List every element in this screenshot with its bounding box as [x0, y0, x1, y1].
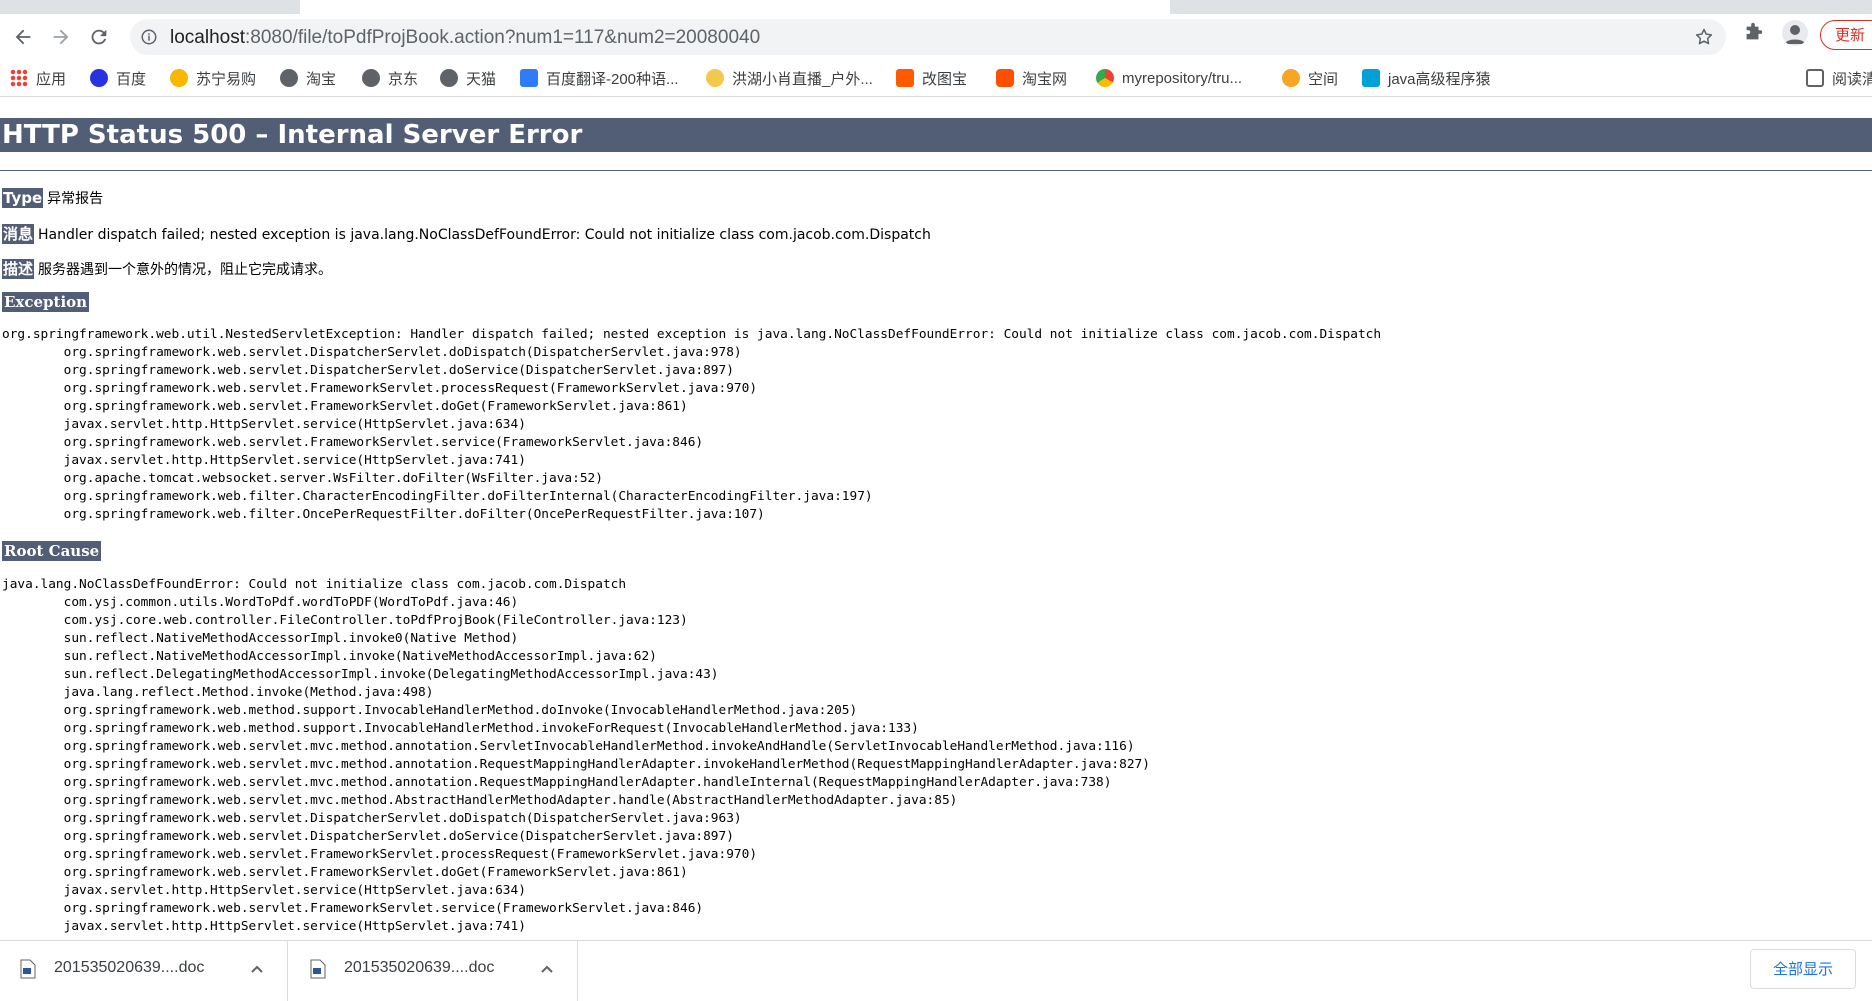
show-all-downloads-button[interactable]: 全部显示 — [1750, 949, 1856, 989]
translate-icon — [520, 69, 538, 87]
reload-icon — [91, 29, 107, 45]
word-document-icon — [310, 959, 326, 979]
bookmark-label: 应用 — [36, 70, 67, 88]
bookmark-label: 苏宁易购 — [196, 70, 257, 88]
globe-icon — [362, 69, 380, 87]
bookmark-taobaowang[interactable]: 淘宝网 — [996, 66, 1067, 90]
bookmark-suning[interactable]: 苏宁易购 — [170, 66, 256, 90]
bookmarks-bar: 应用 百度 苏宁易购 淘宝 京东 天猫 百度翻译-200种语... 洪湖小肖直播… — [0, 60, 1872, 97]
bookmark-tmall[interactable]: 天猫 — [440, 66, 496, 90]
bee-icon — [706, 69, 724, 87]
bookmark-baidu[interactable]: 百度 — [90, 66, 146, 90]
bookmark-label: 阅读清 — [1832, 70, 1872, 88]
bookmark-taobao-globe[interactable]: 淘宝 — [280, 66, 336, 90]
root-cause-heading: Root Cause — [2, 541, 102, 561]
divider — [0, 170, 1872, 171]
downloads-shelf: 201535020639....doc 201535020639....doc … — [0, 940, 1872, 1001]
bookmark-myrepository[interactable]: myrepository/tru... — [1096, 66, 1242, 90]
root-cause-stack-trace: java.lang.NoClassDefFoundError: Could no… — [2, 577, 1150, 934]
description-line: 描述 服务器遇到一个意外的情况，阻止它完成请求。 — [2, 258, 332, 279]
bookmark-label: myrepository/tru... — [1122, 69, 1243, 87]
word-document-icon — [20, 959, 36, 979]
bookmark-label: 百度翻译-200种语... — [546, 70, 679, 88]
update-button[interactable]: 更新 — [1820, 20, 1872, 50]
chevron-up-icon[interactable] — [250, 963, 264, 975]
reading-list-icon — [1806, 69, 1824, 87]
exception-heading: Exception — [2, 292, 90, 312]
globe-icon — [280, 69, 298, 87]
bookmark-apps[interactable]: 应用 — [10, 66, 66, 90]
orange-square-icon — [896, 69, 914, 87]
globe-icon — [440, 69, 458, 87]
page-title: HTTP Status 500 – Internal Server Error — [2, 120, 583, 150]
forward-button[interactable] — [46, 22, 76, 52]
person-icon — [1785, 25, 1805, 44]
bookmark-honghu[interactable]: 洪湖小肖直播_户外... — [706, 66, 873, 90]
bookmark-label: 空间 — [1308, 70, 1339, 88]
active-tab[interactable] — [300, 0, 1170, 14]
bookmark-label: 天猫 — [466, 70, 497, 88]
description-label: 描述 — [2, 259, 35, 279]
bookmark-java[interactable]: java高级程序猿 — [1362, 66, 1491, 90]
bookmark-star-icon[interactable] — [1694, 27, 1714, 47]
bookmark-baidu-translate[interactable]: 百度翻译-200种语... — [520, 66, 679, 90]
suning-icon — [170, 69, 188, 87]
baidu-paw-icon — [90, 69, 108, 87]
download-item[interactable]: 201535020639....doc — [290, 941, 578, 1001]
bookmark-label: 百度 — [116, 70, 147, 88]
exception-stack-trace: org.springframework.web.util.NestedServl… — [2, 327, 1382, 522]
browser-toolbar: localhost:8080/file/toPdfProjBook.action… — [0, 14, 1872, 60]
bookmark-label: 洪湖小肖直播_户外... — [732, 70, 873, 88]
tab-strip — [0, 0, 1872, 14]
taobao-icon — [996, 69, 1014, 87]
page-title-bar: HTTP Status 500 – Internal Server Error — [0, 118, 1872, 152]
profile-avatar[interactable] — [1782, 20, 1808, 46]
download-filename: 201535020639....doc — [344, 959, 495, 976]
url-path: :8080/file/toPdfProjBook.action?num1=117… — [245, 27, 761, 48]
reload-button[interactable] — [84, 22, 114, 52]
bookmark-label: 京东 — [388, 70, 419, 88]
back-arrow-icon — [15, 29, 31, 45]
url-host: localhost — [170, 27, 245, 48]
type-label: Type — [2, 188, 44, 208]
type-value: 异常报告 — [47, 191, 104, 207]
message-value: Handler dispatch failed; nested exceptio… — [38, 227, 931, 243]
download-filename: 201535020639....doc — [54, 959, 205, 976]
reading-list-button[interactable]: 阅读清 — [1806, 66, 1872, 90]
extensions-puzzle-icon[interactable] — [1742, 22, 1764, 44]
chevron-up-icon[interactable] — [540, 963, 554, 975]
address-bar[interactable]: localhost:8080/file/toPdfProjBook.action… — [130, 19, 1726, 55]
qzone-icon — [1282, 69, 1300, 87]
type-line: Type 异常报告 — [2, 188, 103, 208]
description-value: 服务器遇到一个意外的情况，阻止它完成请求。 — [38, 262, 333, 278]
message-label: 消息 — [2, 224, 35, 244]
bookmark-label: 淘宝网 — [1022, 70, 1068, 88]
apps-grid-icon — [10, 69, 28, 87]
chrome-icon — [1096, 69, 1114, 87]
info-icon[interactable] — [140, 28, 158, 46]
url-text[interactable]: localhost:8080/file/toPdfProjBook.action… — [170, 27, 760, 49]
bookmark-gaitubao[interactable]: 改图宝 — [896, 66, 967, 90]
bookmark-label: java高级程序猿 — [1388, 70, 1491, 88]
message-line: 消息 Handler dispatch failed; nested except… — [2, 223, 931, 244]
back-button[interactable] — [8, 22, 38, 52]
bilibili-tv-icon — [1362, 69, 1380, 87]
bookmark-jd[interactable]: 京东 — [362, 66, 418, 90]
bookmark-label: 改图宝 — [922, 70, 968, 88]
download-item[interactable]: 201535020639....doc — [0, 941, 288, 1001]
forward-arrow-icon — [53, 29, 69, 45]
bookmark-qzone[interactable]: 空间 — [1282, 66, 1338, 90]
bookmark-label: 淘宝 — [306, 70, 337, 88]
